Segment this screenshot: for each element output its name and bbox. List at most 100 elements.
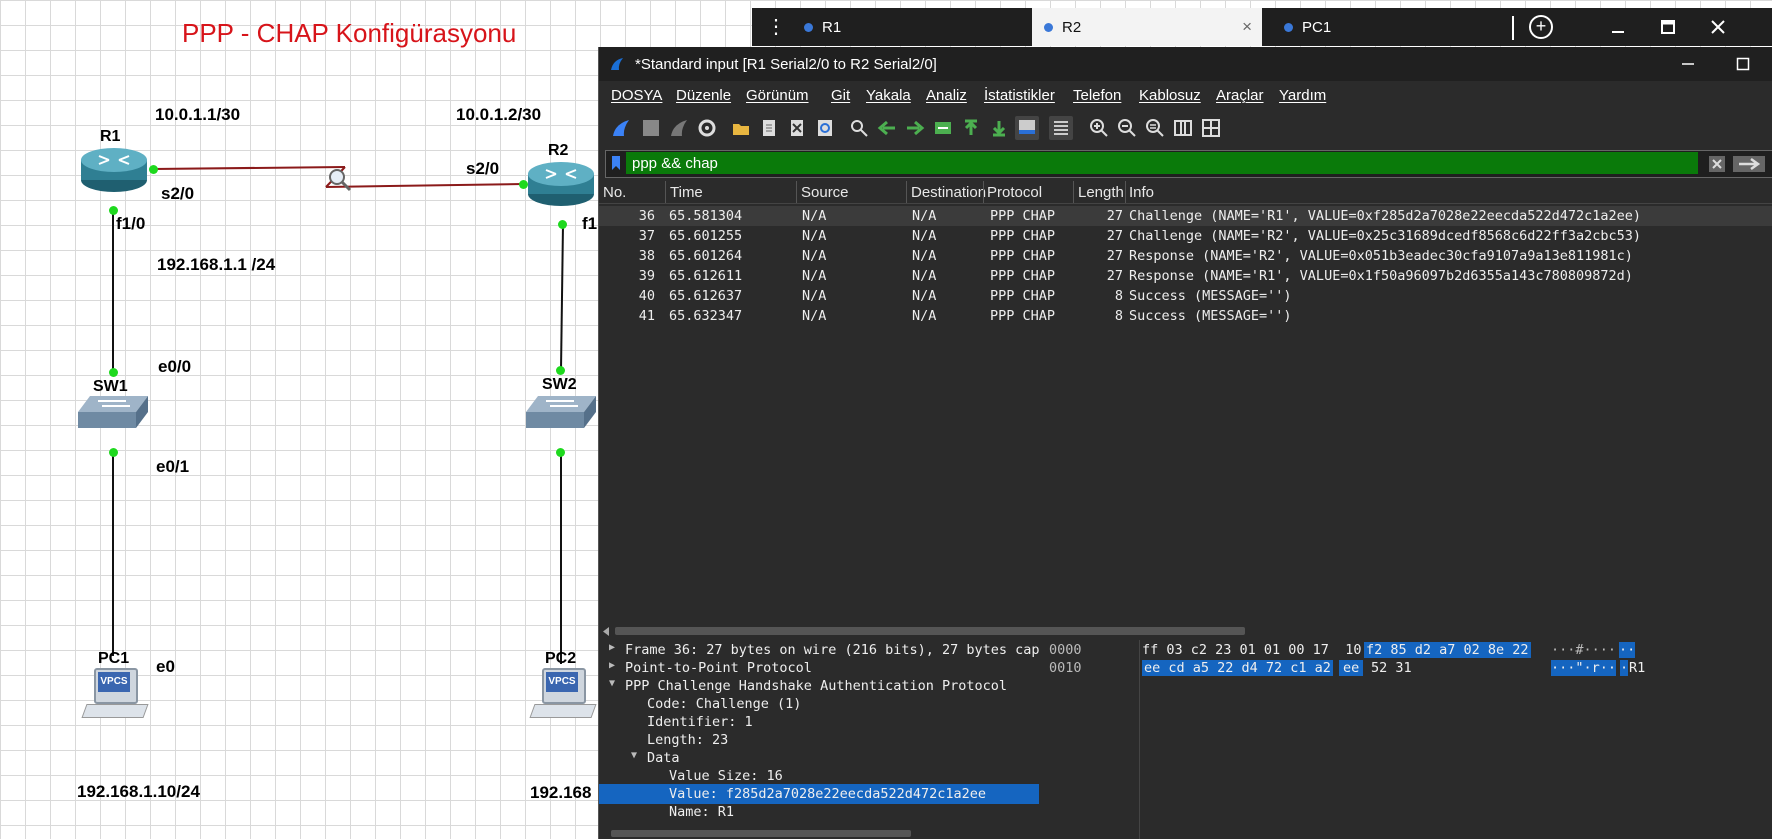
wireshark-title-bar[interactable]: *Standard input [R1 Serial2/0 to R2 Seri… xyxy=(599,47,1772,81)
bytes-row[interactable]: 0000 ff 03 c2 23 01 01 00 17 10 f2 85 d2… xyxy=(1079,642,1772,662)
column-no[interactable]: No. xyxy=(603,184,626,201)
tab-label: R1 xyxy=(822,18,842,36)
menu-duzenle[interactable]: Düzenle xyxy=(676,87,731,104)
stop-capture-icon[interactable] xyxy=(641,118,661,138)
switch-sw1-icon[interactable] xyxy=(76,392,150,432)
add-tab-icon[interactable]: + xyxy=(1529,15,1553,39)
menu-araclar[interactable]: Araçlar xyxy=(1216,87,1264,104)
capture-magnifier-icon[interactable] xyxy=(326,166,352,192)
reload-icon[interactable] xyxy=(815,118,835,138)
tab-divider xyxy=(1512,16,1514,40)
start-capture-icon[interactable] xyxy=(611,118,631,138)
minimize-icon[interactable] xyxy=(1610,20,1626,36)
first-packet-icon[interactable] xyxy=(961,118,981,138)
console-tab-bar: ⋮ R1 R2 × PC1 + xyxy=(752,8,1772,46)
pc1-label: PC1 xyxy=(98,650,130,667)
window-title: *Standard input [R1 Serial2/0 to R2 Seri… xyxy=(635,56,937,73)
column-protocol[interactable]: Protocol xyxy=(987,184,1042,201)
menu-analiz[interactable]: Analiz xyxy=(926,87,967,104)
switch-sw2-icon[interactable] xyxy=(524,392,598,432)
last-packet-icon[interactable] xyxy=(989,118,1009,138)
go-forward-icon[interactable] xyxy=(905,118,925,138)
packet-row[interactable]: 40 65.612637 N/A N/A PPP CHAP 8 Success (MESSA… xyxy=(599,286,1772,306)
status-dot-icon xyxy=(1044,22,1053,32)
close-window-icon[interactable] xyxy=(1710,19,1726,35)
display-filter-bar xyxy=(605,150,1772,178)
menu-kablosuz[interactable]: Kablosuz xyxy=(1139,87,1201,104)
scroll-left-icon[interactable] xyxy=(602,627,610,636)
bytes-row[interactable]: 0010 ee cd a5 22 d4 72 c1 a2 ee 52 31 ··… xyxy=(1079,660,1772,680)
lan1-label: 192.168.1.1 /24 xyxy=(157,255,276,274)
minimize-icon[interactable] xyxy=(1681,57,1695,71)
bookmark-icon[interactable] xyxy=(611,155,621,171)
router-r1-label: R1 xyxy=(100,128,121,145)
pc1-e0-label: e0 xyxy=(156,657,175,676)
packet-row[interactable]: 37 65.601255 N/A N/A PPP CHAP 27 Challenge (NA… xyxy=(599,226,1772,246)
status-dot-icon xyxy=(804,22,813,32)
column-length[interactable]: Length xyxy=(1078,184,1124,201)
link-dot xyxy=(149,165,158,174)
menu-telefon[interactable]: Telefon xyxy=(1073,87,1121,104)
pc2-label: PC2 xyxy=(545,650,577,667)
apply-filter-icon[interactable] xyxy=(1732,155,1766,173)
kebab-menu-icon[interactable]: ⋮ xyxy=(766,14,786,39)
pc2-icon[interactable]: VPCS xyxy=(529,668,597,726)
column-time[interactable]: Time xyxy=(670,184,703,201)
sw1-e00-label: e0/0 xyxy=(158,357,192,376)
zoom-in-icon[interactable] xyxy=(1089,118,1109,138)
status-dot-icon xyxy=(1284,22,1293,32)
column-destination[interactable]: Destination xyxy=(911,184,986,201)
packet-bytes-pane: 0000 ff 03 c2 23 01 01 00 17 10 f2 85 d2… xyxy=(1079,640,1772,839)
switch-sw2-label: SW2 xyxy=(542,376,577,393)
menu-yakala[interactable]: Yakala xyxy=(866,87,911,104)
colorize-icon[interactable] xyxy=(1049,116,1073,140)
column-source[interactable]: Source xyxy=(801,184,849,201)
auto-scroll-icon[interactable] xyxy=(1015,116,1039,140)
r2-ip-label: 10.0.1.2/30 xyxy=(456,105,542,124)
bytes-offset-gutter: 0000 0010 xyxy=(1039,640,1140,839)
packet-list: 36 65.581304 N/A N/A PPP CHAP 27 Challenge (NA… xyxy=(599,204,1772,624)
scrollbar-thumb[interactable] xyxy=(615,627,1245,635)
zoom-reset-icon[interactable] xyxy=(1145,118,1165,138)
go-to-packet-icon[interactable] xyxy=(933,118,953,138)
packet-row[interactable]: 36 65.581304 N/A N/A PPP CHAP 27 Challenge (NA… xyxy=(599,206,1772,226)
packet-list-scrollbar[interactable] xyxy=(599,624,1772,638)
capture-options-icon[interactable] xyxy=(697,118,717,138)
zoom-out-icon[interactable] xyxy=(1117,118,1137,138)
tab-r2[interactable]: R2 × xyxy=(1032,8,1262,46)
packet-row[interactable]: 39 65.612611 N/A N/A PPP CHAP 27 Response (NAM… xyxy=(599,266,1772,286)
r1-f10-label: f1/0 xyxy=(116,214,146,233)
column-info[interactable]: Info xyxy=(1129,184,1154,201)
tab-pc1[interactable]: PC1 xyxy=(1274,8,1474,46)
restart-capture-icon[interactable] xyxy=(669,118,689,138)
maximize-icon[interactable] xyxy=(1736,57,1750,71)
router-r2-icon[interactable] xyxy=(526,160,596,208)
r1-ip-label: 10.0.1.1/30 xyxy=(155,105,241,124)
clear-filter-icon[interactable] xyxy=(1708,155,1726,173)
packet-row[interactable]: 38 65.601264 N/A N/A PPP CHAP 27 Response (NAM… xyxy=(599,246,1772,266)
tab-r1[interactable]: R1 xyxy=(804,8,980,46)
menu-istatistikler[interactable]: İstatistikler xyxy=(984,87,1055,104)
menu-gorunum[interactable]: Görünüm xyxy=(746,87,809,104)
menu-git[interactable]: Git xyxy=(831,87,850,104)
display-filter-input[interactable] xyxy=(626,152,1698,174)
router-r1-icon[interactable] xyxy=(79,146,149,194)
menu-dosya[interactable]: DOSYA xyxy=(611,87,662,104)
packet-row[interactable]: 41 65.632347 N/A N/A PPP CHAP 8 Success (MESSA… xyxy=(599,306,1772,326)
pc1-icon[interactable]: VPCS xyxy=(81,668,149,726)
resize-columns-icon[interactable] xyxy=(1173,118,1193,138)
layout-icon[interactable] xyxy=(1201,118,1221,138)
open-file-icon[interactable] xyxy=(731,118,751,138)
switch-sw1-label: SW1 xyxy=(93,378,128,395)
menu-yardim[interactable]: Yardım xyxy=(1279,87,1326,104)
maximize-icon[interactable] xyxy=(1660,19,1676,35)
packet-list-header: No. Time Source Destination Protocol Len… xyxy=(599,181,1772,204)
close-file-icon[interactable] xyxy=(787,118,807,138)
wireshark-window: *Standard input [R1 Serial2/0 to R2 Seri… xyxy=(598,47,1772,839)
find-packet-icon[interactable] xyxy=(849,118,869,138)
go-back-icon[interactable] xyxy=(877,118,897,138)
tab-label: PC1 xyxy=(1302,18,1332,36)
close-tab-icon[interactable]: × xyxy=(1242,17,1252,37)
menu-bar: DOSYA Düzenle Görünüm Git Yakala Analiz … xyxy=(599,81,1772,109)
save-file-icon[interactable] xyxy=(759,118,779,138)
